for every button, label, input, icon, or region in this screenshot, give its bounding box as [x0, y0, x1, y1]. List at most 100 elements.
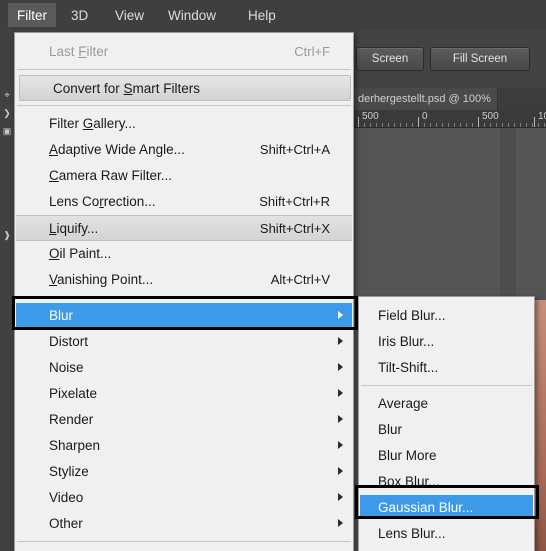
lasso-tool-icon[interactable]: ❯: [2, 108, 12, 118]
filter-menu-item-adaptive-wide-angle[interactable]: Adaptive Wide Angle... Shift+Ctrl+A: [16, 137, 352, 161]
submenu-arrow-icon: [338, 337, 343, 345]
filter-menu-item-last-filter[interactable]: Last Filter Ctrl+F: [16, 39, 352, 63]
menu-item-shortcut: Alt+Ctrl+V: [270, 271, 330, 287]
menu-item-label: Liquify...: [49, 220, 99, 236]
menu-item-label: Tilt-Shift...: [378, 359, 439, 375]
ruler-tick: [508, 123, 509, 127]
filter-menu-item-noise[interactable]: Noise: [16, 355, 352, 379]
menu-item-label: Blur: [49, 307, 74, 323]
move-tool-icon[interactable]: ⌖: [2, 90, 12, 100]
ruler-major-tick: [418, 117, 419, 127]
ruler-tick: [412, 123, 413, 127]
ruler-tick: [382, 123, 383, 127]
menu-item-label: Pixelate: [49, 385, 98, 401]
filter-menu-separator: [17, 297, 351, 298]
filter-menu-item-stylize[interactable]: Stylize: [16, 459, 352, 483]
ruler-tick: [466, 123, 467, 127]
ruler-tick: [514, 123, 515, 127]
menu-item-shortcut: Shift+Ctrl+A: [259, 141, 330, 157]
ruler-tick: [448, 123, 449, 127]
menu-item-label: Last Filter: [49, 43, 109, 59]
filter-menu-item-filter-gallery[interactable]: Filter Gallery...: [16, 111, 352, 135]
menubar-item-help[interactable]: Help: [239, 3, 285, 27]
brush-tool-icon[interactable]: ❱: [2, 230, 12, 240]
menu-item-label: Camera Raw Filter...: [49, 167, 173, 183]
filter-menu-item-sharpen[interactable]: Sharpen: [16, 433, 352, 457]
menu-item-label: Distort: [49, 333, 89, 349]
blur-submenu-item-field-blur[interactable]: Field Blur...: [360, 303, 533, 327]
menu-item-label: Lens Correction...: [49, 193, 156, 209]
filter-menu-item-oil-paint[interactable]: Oil Paint...: [16, 241, 352, 265]
ruler-major-tick: [478, 117, 479, 127]
menu-item-label: Noise: [49, 359, 84, 375]
menu-item-label: Gaussian Blur...: [378, 499, 474, 515]
ruler-tick: [424, 123, 425, 127]
menu-item-label: Convert for Smart Filters: [53, 80, 201, 96]
blur-submenu: Field Blur... Iris Blur... Tilt-Shift... Av…: [358, 296, 535, 551]
ruler-major-tick: [358, 117, 359, 127]
ruler-tick: [400, 123, 401, 127]
filter-menu-item-video[interactable]: Video: [16, 485, 352, 509]
filter-menu-item-render[interactable]: Render: [16, 407, 352, 431]
blur-submenu-item-blur[interactable]: Blur: [360, 417, 533, 441]
filter-menu-separator: [17, 541, 351, 542]
submenu-arrow-icon: [338, 467, 343, 475]
ruler-label: 10: [538, 111, 546, 122]
menu-item-label: Blur More: [378, 447, 437, 463]
menubar-item-3d[interactable]: 3D: [62, 3, 97, 27]
ruler-tick: [442, 123, 443, 127]
ruler-tick: [538, 123, 539, 127]
menu-item-label: Field Blur...: [378, 307, 446, 323]
ruler-tick: [388, 123, 389, 127]
menu-item-label: Filter Gallery...: [49, 115, 136, 131]
submenu-arrow-icon: [338, 493, 343, 501]
blur-submenu-item-gaussian-blur[interactable]: Gaussian Blur...: [360, 495, 533, 519]
ruler-tick: [532, 123, 533, 127]
ruler-tick: [406, 123, 407, 127]
tool-strip: ⌖ ❯ ▣ ❱: [0, 30, 15, 551]
submenu-arrow-icon: [338, 363, 343, 371]
filter-menu-item-vanishing-point[interactable]: Vanishing Point... Alt+Ctrl+V: [16, 267, 352, 291]
screen-button[interactable]: Screen: [356, 47, 424, 71]
ruler-major-tick: [534, 117, 535, 127]
document-tab[interactable]: derhergestellt.psd @ 100%: [352, 88, 498, 110]
menu-item-label: Lens Blur...: [378, 525, 446, 541]
ruler-tick: [502, 123, 503, 127]
filter-menu-item-liquify[interactable]: Liquify... Shift+Ctrl+X: [16, 215, 352, 241]
blur-submenu-item-iris-blur[interactable]: Iris Blur...: [360, 329, 533, 353]
filter-menu-item-digimarc[interactable]: Digimarc: [16, 547, 352, 551]
ruler-tick: [520, 123, 521, 127]
filter-menu-item-blur[interactable]: Blur: [16, 303, 352, 327]
ruler-tick: [364, 123, 365, 127]
menu-item-label: Vanishing Point...: [49, 271, 154, 287]
blur-submenu-item-blur-more[interactable]: Blur More: [360, 443, 533, 467]
blur-submenu-item-lens-blur[interactable]: Lens Blur...: [360, 521, 533, 545]
photoshop-window: Screen Fill Screen derhergestellt.psd @ …: [0, 0, 546, 551]
ruler-tick: [376, 123, 377, 127]
filter-menu-item-other[interactable]: Other: [16, 511, 352, 535]
blur-submenu-item-motion-blur[interactable]: Motion Blur...: [360, 547, 533, 551]
submenu-arrow-icon: [338, 519, 343, 527]
menu-item-shortcut: Shift+Ctrl+X: [259, 220, 330, 236]
ruler-tick: [370, 123, 371, 127]
menu-item-label: Blur: [378, 421, 403, 437]
crop-tool-icon[interactable]: ▣: [2, 126, 12, 136]
blur-submenu-item-box-blur[interactable]: Box Blur...: [360, 469, 533, 493]
menu-item-label: Iris Blur...: [378, 333, 435, 349]
filter-menu-item-distort[interactable]: Distort: [16, 329, 352, 353]
blur-submenu-separator: [361, 385, 532, 386]
menu-item-shortcut: Ctrl+F: [294, 43, 330, 59]
filter-menu-item-pixelate[interactable]: Pixelate: [16, 381, 352, 405]
filter-menu-item-lens-correction[interactable]: Lens Correction... Shift+Ctrl+R: [16, 189, 352, 213]
menubar-item-window[interactable]: Window: [159, 3, 225, 27]
blur-submenu-item-tilt-shift[interactable]: Tilt-Shift...: [360, 355, 533, 379]
menu-item-shortcut: Shift+Ctrl+R: [259, 193, 330, 209]
menu-item-label: Adaptive Wide Angle...: [49, 141, 185, 157]
filter-menu-item-convert-for-smart-filters[interactable]: Convert for Smart Filters: [19, 75, 351, 101]
menubar-item-view[interactable]: View: [106, 3, 153, 27]
blur-submenu-item-average[interactable]: Average: [360, 391, 533, 415]
fill-screen-button[interactable]: Fill Screen: [430, 47, 530, 71]
filter-menu-item-camera-raw-filter[interactable]: Camera Raw Filter...: [16, 163, 352, 187]
menubar-item-filter[interactable]: Filter: [8, 3, 56, 27]
ruler-tick: [430, 123, 431, 127]
